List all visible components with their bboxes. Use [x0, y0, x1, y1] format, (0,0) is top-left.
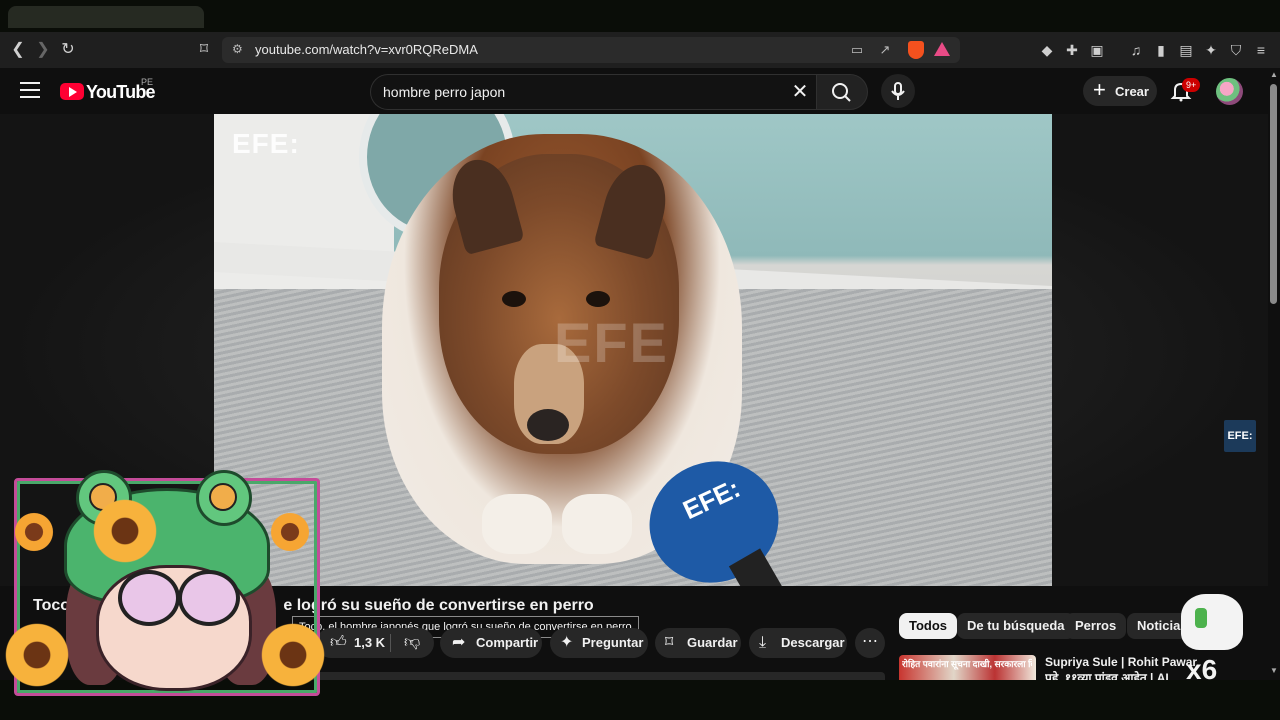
vpn-icon[interactable]: ⛉: [1227, 41, 1245, 59]
scroll-up-icon[interactable]: ▲: [1270, 70, 1278, 79]
address-text[interactable]: youtube.com/watch?v=xvr0RQReDMA: [255, 42, 478, 57]
download-button[interactable]: ⤓ Descargar: [749, 628, 847, 658]
efe-center-watermark: EFE: [554, 311, 669, 374]
channel-watermark[interactable]: EFE:: [1224, 420, 1256, 452]
puzzle-icon[interactable]: ✚: [1063, 41, 1081, 59]
forward-icon[interactable]: ❯: [33, 40, 53, 60]
bookmark-icon[interactable]: ⌑: [194, 40, 214, 60]
page-scrollbar[interactable]: ▲ ▼: [1268, 68, 1280, 680]
microphone-icon: [891, 82, 905, 100]
search-button[interactable]: [816, 74, 868, 110]
more-actions-icon[interactable]: ⋯: [855, 628, 885, 658]
thumbnail-text: रोहित पवारांना सूचना दाखी, सरकारला विनंत…: [902, 659, 1032, 669]
search-query[interactable]: hombre perro japon: [383, 84, 505, 100]
recommendation-title[interactable]: Supriya Sule | Rohit Pawar: [1045, 655, 1205, 670]
sunflower-icon: [2, 620, 72, 690]
guide-menu-icon[interactable]: [20, 82, 40, 98]
sunflower-icon: [90, 496, 160, 566]
download-icon: ⤓: [759, 634, 767, 651]
site-info-icon[interactable]: ⚙: [232, 42, 246, 56]
browser-tabstrip: [0, 0, 1280, 32]
voice-search-button[interactable]: [881, 74, 915, 108]
notification-badge: 9+: [1182, 78, 1201, 92]
scrollbar-thumb[interactable]: [1270, 84, 1277, 304]
screenshot-icon[interactable]: ▣: [1088, 41, 1106, 59]
description-box[interactable]: [280, 672, 885, 680]
address-bar[interactable]: ⚙ youtube.com/watch?v=xvr0RQReDMA ▭ ↗: [222, 37, 960, 63]
efe-watermark: EFE:: [232, 128, 300, 159]
music-icon[interactable]: ♫: [1127, 41, 1145, 59]
search-icon: [832, 83, 851, 102]
video-title-end: e logró su sueño de convertirse en perro: [283, 597, 594, 614]
youtube-header: YouTube PE hombre perro japon ✕ + Crear …: [0, 68, 1280, 114]
chip-de-tu-busqueda[interactable]: De tu búsqueda: [957, 613, 1075, 639]
recommendation-thumbnail[interactable]: रोहित पवारांना सूचना दाखी, सरकारला विनंत…: [899, 655, 1036, 680]
create-label: Crear: [1115, 84, 1149, 99]
like-icon[interactable]: 👍︎: [330, 628, 347, 658]
frog-eye-right: [196, 470, 252, 526]
video-frame[interactable]: EFE: EFE: EFE: [214, 114, 1052, 586]
chip-todos[interactable]: Todos: [899, 613, 958, 639]
scroll-down-icon[interactable]: ▼: [1270, 666, 1278, 675]
create-button[interactable]: + Crear: [1083, 76, 1157, 106]
like-dislike-group: 👍︎ 1,3 K 👎︎: [316, 628, 434, 658]
search-input[interactable]: hombre perro japon ✕: [370, 74, 817, 110]
skull-counter-overlay: x6: [1181, 594, 1243, 685]
avatar[interactable]: [1216, 78, 1243, 105]
skull-counter: x6: [1186, 654, 1218, 685]
recommendation-title-line2[interactable]: पहे, ११व्या पांडव आहेत | AI: [1045, 671, 1205, 680]
dislike-icon[interactable]: 👎︎: [404, 628, 420, 658]
brave-shields-icon[interactable]: [908, 41, 924, 59]
wallet-icon[interactable]: ▤: [1177, 41, 1195, 59]
sunflower-icon: [258, 620, 328, 690]
share-button[interactable]: ➦ Compartir: [440, 628, 542, 658]
browser-tab[interactable]: [8, 6, 204, 28]
glasses-right: [178, 570, 240, 626]
ask-button[interactable]: ✦ Preguntar: [550, 628, 648, 658]
like-count[interactable]: 1,3 K: [354, 628, 385, 658]
share-label: Compartir: [476, 635, 539, 650]
leo-ai-icon[interactable]: ✦: [1202, 41, 1220, 59]
reload-icon[interactable]: ↻: [58, 40, 78, 60]
dog-nose: [527, 409, 569, 441]
flower-icon: [12, 510, 56, 554]
bookmark-save-icon: ⌑: [665, 634, 674, 651]
plus-icon: +: [1093, 77, 1106, 102]
flower-icon: [268, 510, 312, 554]
share-icon[interactable]: ↗: [877, 42, 893, 58]
save-label: Guardar: [687, 635, 738, 650]
save-button[interactable]: ⌑ Guardar: [655, 628, 741, 658]
dog-paw-left: [482, 494, 552, 554]
region-code: PE: [141, 77, 154, 87]
menu-icon[interactable]: ≡: [1252, 41, 1270, 59]
browser-toolbar: ❮ ❯ ↻ ⌑ ⚙ youtube.com/watch?v=xvr0RQReDM…: [0, 32, 1280, 69]
download-label: Descargar: [781, 635, 845, 650]
share-arrow-icon: ➦: [452, 634, 466, 651]
ask-label: Preguntar: [582, 635, 644, 650]
sidebar-icon[interactable]: ▮: [1152, 41, 1170, 59]
youtube-play-icon: [60, 83, 84, 100]
dog-paw-right: [562, 494, 632, 554]
brave-rewards-icon[interactable]: [934, 42, 950, 56]
cast-icon[interactable]: ▭: [849, 42, 865, 58]
chip-perros[interactable]: Perros: [1065, 613, 1127, 639]
clear-search-icon[interactable]: ✕: [789, 81, 811, 103]
extension-icon[interactable]: ◆: [1038, 41, 1056, 59]
vtuber-overlay: [2, 470, 328, 700]
dog-eye-right: [586, 291, 610, 307]
glasses-left: [118, 570, 180, 626]
like-divider: [390, 634, 391, 652]
dog-eye-left: [502, 291, 526, 307]
back-icon[interactable]: ❮: [8, 40, 28, 60]
sparkle-icon: ✦: [560, 634, 574, 651]
skull-eye: [1195, 608, 1207, 628]
